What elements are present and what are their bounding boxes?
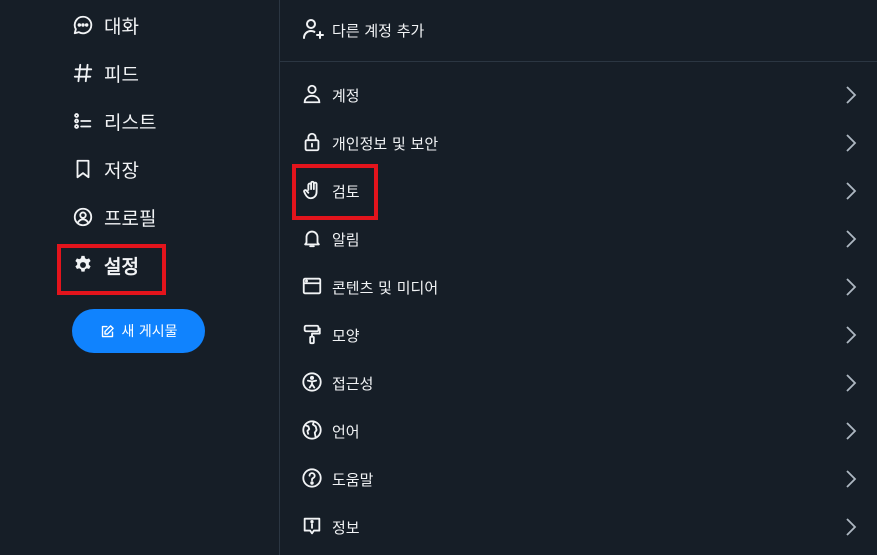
chevron-right-icon xyxy=(845,133,857,153)
settings-list: 다른 계정 추가 계정 개인정보 및 보안 검토 알림 콘텐츠 및 미디어 모양… xyxy=(280,0,877,555)
settings-row-content-media[interactable]: 콘텐츠 및 미디어 xyxy=(280,263,877,311)
settings-row-help[interactable]: 도움말 xyxy=(280,455,877,503)
chevron-right-icon xyxy=(845,469,857,489)
question-icon xyxy=(301,467,323,489)
person-icon xyxy=(301,83,323,105)
window-icon xyxy=(301,275,323,297)
chevron-right-icon xyxy=(845,325,857,345)
add-account-row[interactable]: 다른 계정 추가 xyxy=(280,0,877,61)
settings-row-label: 계정 xyxy=(332,87,360,105)
new-post-label: 새 게시물 xyxy=(121,324,178,340)
gear-icon xyxy=(72,254,94,276)
chevron-right-icon xyxy=(845,421,857,441)
sidebar-nav: 대화 피드 리스트 저장 프로필 설정 새 게시물 xyxy=(0,0,279,555)
chevron-right-icon xyxy=(845,229,857,249)
settings-row-notifications[interactable]: 알림 xyxy=(280,215,877,263)
nav-item-label: 피드 xyxy=(104,63,139,86)
profile-icon xyxy=(72,206,94,228)
settings-row-about[interactable]: 정보 xyxy=(280,503,877,551)
bell-icon xyxy=(301,227,323,249)
settings-row-label: 도움말 xyxy=(332,471,374,489)
list-icon xyxy=(72,110,94,132)
nav-item-label: 설정 xyxy=(104,255,139,278)
settings-row-label: 알림 xyxy=(332,231,360,249)
nav-item-label: 프로필 xyxy=(104,207,157,230)
settings-row-label: 언어 xyxy=(332,423,360,441)
chevron-right-icon xyxy=(845,85,857,105)
nav-item-label: 저장 xyxy=(104,159,139,182)
settings-row-privacy[interactable]: 개인정보 및 보안 xyxy=(280,119,877,167)
chevron-right-icon xyxy=(845,277,857,297)
nav-item-feeds[interactable]: 피드 xyxy=(72,56,139,90)
new-post-button[interactable]: 새 게시물 xyxy=(72,309,205,353)
bookmark-icon xyxy=(72,158,94,180)
nav-item-label: 대화 xyxy=(104,15,139,38)
settings-row-label: 검토 xyxy=(332,183,360,201)
add-account-label: 다른 계정 추가 xyxy=(332,22,425,40)
settings-row-accessibility[interactable]: 접근성 xyxy=(280,359,877,407)
compose-icon xyxy=(100,324,115,339)
nav-item-settings[interactable]: 설정 xyxy=(72,248,139,282)
info-icon xyxy=(301,515,323,537)
hand-icon xyxy=(301,179,323,201)
settings-row-appearance[interactable]: 모양 xyxy=(280,311,877,359)
chevron-right-icon xyxy=(845,517,857,537)
settings-row-label: 개인정보 및 보안 xyxy=(332,135,439,153)
settings-row-label: 모양 xyxy=(332,327,360,345)
chevron-right-icon xyxy=(845,373,857,393)
hash-icon xyxy=(72,62,94,84)
paint-roller-icon xyxy=(301,323,323,345)
accessibility-icon xyxy=(301,371,323,393)
settings-screen: 대화 피드 리스트 저장 프로필 설정 새 게시물 다른 계정 추가 계정 개인… xyxy=(0,0,877,555)
settings-row-moderation[interactable]: 검토 xyxy=(280,167,877,215)
lock-icon xyxy=(301,131,323,153)
settings-row-label: 정보 xyxy=(332,519,360,537)
chevron-right-icon xyxy=(845,181,857,201)
globe-icon xyxy=(301,419,323,441)
nav-item-profile[interactable]: 프로필 xyxy=(72,200,156,234)
settings-row-label: 접근성 xyxy=(332,375,374,393)
add-person-icon xyxy=(301,17,325,41)
chat-bubble-icon xyxy=(72,14,94,36)
nav-item-lists[interactable]: 리스트 xyxy=(72,104,156,138)
nav-item-chat[interactable]: 대화 xyxy=(72,8,139,42)
horizontal-divider xyxy=(280,61,877,62)
nav-item-saved[interactable]: 저장 xyxy=(72,152,139,186)
settings-row-language[interactable]: 언어 xyxy=(280,407,877,455)
nav-item-label: 리스트 xyxy=(104,111,157,134)
settings-row-account[interactable]: 계정 xyxy=(280,71,877,119)
settings-row-label: 콘텐츠 및 미디어 xyxy=(332,279,439,297)
